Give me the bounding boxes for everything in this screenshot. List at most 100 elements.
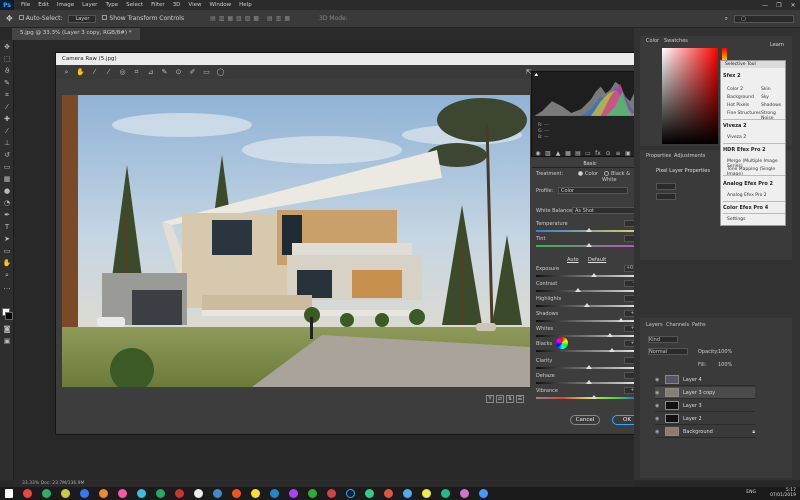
- taskbar-app-icon[interactable]: [194, 489, 203, 498]
- slider-track[interactable]: [536, 397, 642, 399]
- slider-track[interactable]: [536, 275, 642, 277]
- tone-curve-tab-icon[interactable]: ▨: [544, 150, 552, 157]
- quick-select-tool-icon[interactable]: ✎: [2, 78, 12, 88]
- red-eye-icon[interactable]: ⊙: [174, 68, 183, 77]
- straighten-icon[interactable]: ⊿: [146, 68, 155, 77]
- slider-track[interactable]: [536, 335, 642, 337]
- settings-icon[interactable]: ☰: [516, 395, 524, 403]
- eyedropper-tool-icon[interactable]: ⁄: [2, 102, 12, 112]
- slider-track[interactable]: [536, 290, 642, 292]
- slider-thumb[interactable]: [583, 303, 590, 307]
- nik-section-header[interactable]: Viveza 2: [723, 123, 747, 129]
- marquee-tool-icon[interactable]: ⬚: [2, 54, 12, 64]
- taskbar-app-icon[interactable]: [479, 489, 488, 498]
- tab-adjustments[interactable]: Adjustments: [674, 153, 705, 159]
- color-picker-field[interactable]: [662, 48, 718, 144]
- blend-mode-dropdown[interactable]: Normal: [648, 348, 688, 355]
- menu-image[interactable]: Image: [53, 2, 78, 8]
- taskbar-app-icon[interactable]: [327, 489, 336, 498]
- taskbar-app-icon[interactable]: [441, 489, 450, 498]
- taskbar-app-icon[interactable]: [61, 489, 70, 498]
- basic-tab-icon[interactable]: ◉: [534, 150, 542, 157]
- x-field[interactable]: [656, 193, 676, 200]
- nik-item[interactable]: Sky: [761, 95, 769, 100]
- menu-select[interactable]: Select: [122, 2, 147, 8]
- photoshop-taskbar-icon[interactable]: [346, 489, 355, 498]
- hand-icon[interactable]: ✋: [76, 68, 85, 77]
- nik-item[interactable]: Fine Structures: [727, 111, 761, 116]
- taskbar-app-icon[interactable]: [99, 489, 108, 498]
- default-button[interactable]: Default: [588, 257, 606, 263]
- taskbar-app-icon[interactable]: [23, 489, 32, 498]
- align-icons[interactable]: ▤▥▦▧▨▩ ▤▥▦: [210, 15, 293, 22]
- eye-icon[interactable]: ◉: [655, 390, 661, 396]
- menu-3d[interactable]: 3D: [169, 2, 185, 8]
- tab-color[interactable]: Color: [646, 38, 659, 44]
- tab-channels[interactable]: Channels: [666, 322, 689, 328]
- color-sampler-icon[interactable]: ⁄: [104, 68, 113, 77]
- layer-row[interactable]: ◉ Layer 4: [655, 374, 755, 386]
- zoom-icon[interactable]: ⌕: [62, 68, 71, 77]
- tab-layers[interactable]: Layers: [646, 322, 663, 328]
- crop-icon[interactable]: ⌗: [132, 68, 141, 77]
- nik-item[interactable]: Shadows: [761, 103, 781, 108]
- background-color-swatch[interactable]: [5, 312, 13, 320]
- search-icon[interactable]: ⌕: [725, 15, 728, 23]
- eye-icon[interactable]: ◉: [655, 429, 661, 435]
- taskbar-app-icon[interactable]: [365, 489, 374, 498]
- photo-preview[interactable]: [62, 95, 530, 387]
- treatment-color-radio[interactable]: Color: [576, 171, 598, 177]
- clock-date[interactable]: 07/01/2019: [770, 493, 796, 498]
- auto-button[interactable]: Auto: [567, 257, 579, 263]
- eye-icon[interactable]: ◉: [655, 377, 661, 383]
- nik-item[interactable]: Color 2: [727, 87, 743, 92]
- slider-thumb[interactable]: [586, 228, 592, 232]
- menu-filter[interactable]: Filter: [147, 2, 169, 8]
- taskbar-app-icon[interactable]: [232, 489, 241, 498]
- taskbar-app-icon[interactable]: [156, 489, 165, 498]
- targeted-adjust-icon[interactable]: ◎: [118, 68, 127, 77]
- nik-item[interactable]: Skin: [761, 87, 771, 92]
- taskbar-app-icon[interactable]: [289, 489, 298, 498]
- layer-row-selected[interactable]: ◉ Layer 3 copy: [655, 387, 755, 399]
- hsl-tab-icon[interactable]: ▦: [564, 150, 572, 157]
- tab-swatches[interactable]: Swatches: [664, 38, 688, 44]
- minimize-button[interactable]: —: [758, 2, 772, 9]
- type-tool-icon[interactable]: T: [2, 222, 12, 232]
- taskbar-app-icon[interactable]: [213, 489, 222, 498]
- document-tab[interactable]: 5.jpg @ 33.3% (Layer 3 copy, RGB/8#) *: [12, 28, 140, 40]
- nik-item[interactable]: Background: [727, 95, 754, 100]
- taskbar-app-icon[interactable]: [460, 489, 469, 498]
- learn-panel-tab[interactable]: Learn: [770, 42, 784, 48]
- taskbar-app-icon[interactable]: [137, 489, 146, 498]
- radial-filter-icon[interactable]: ◯: [216, 68, 225, 77]
- dodge-tool-icon[interactable]: ◔: [2, 198, 12, 208]
- history-brush-icon[interactable]: ↺: [2, 150, 12, 160]
- menu-help[interactable]: Help: [235, 2, 256, 8]
- close-button[interactable]: ✕: [786, 2, 800, 9]
- maximize-button[interactable]: ❐: [772, 2, 786, 9]
- more-tools-icon[interactable]: …: [2, 282, 12, 292]
- healing-tool-icon[interactable]: ✚: [2, 114, 12, 124]
- graduated-filter-icon[interactable]: ▭: [202, 68, 211, 77]
- pen-tool-icon[interactable]: ✒: [2, 210, 12, 220]
- menu-type[interactable]: Type: [101, 2, 122, 8]
- taskbar-app-icon[interactable]: [308, 489, 317, 498]
- stamp-tool-icon[interactable]: ⊥: [2, 138, 12, 148]
- snapshots-tab-icon[interactable]: ▣: [624, 150, 632, 157]
- taskbar-app-icon[interactable]: [251, 489, 260, 498]
- lens-tab-icon[interactable]: ▭: [584, 150, 592, 157]
- slider-thumb[interactable]: [586, 365, 592, 369]
- slider-thumb[interactable]: [607, 333, 614, 337]
- white-balance-dropdown[interactable]: As Shot: [572, 207, 640, 214]
- menu-file[interactable]: File: [17, 2, 34, 8]
- path-select-icon[interactable]: ➤: [2, 234, 12, 244]
- language-indicator[interactable]: ENG: [746, 490, 756, 495]
- move-tool-icon[interactable]: ✥: [6, 14, 13, 23]
- lasso-tool-icon[interactable]: ϑ: [2, 66, 12, 76]
- profile-dropdown[interactable]: Color: [558, 187, 628, 194]
- shape-tool-icon[interactable]: ▭: [2, 246, 12, 256]
- brush-tool-icon[interactable]: ⁄: [2, 126, 12, 136]
- layer-row[interactable]: ◉ Layer 2: [655, 413, 755, 425]
- menu-layer[interactable]: Layer: [78, 2, 101, 8]
